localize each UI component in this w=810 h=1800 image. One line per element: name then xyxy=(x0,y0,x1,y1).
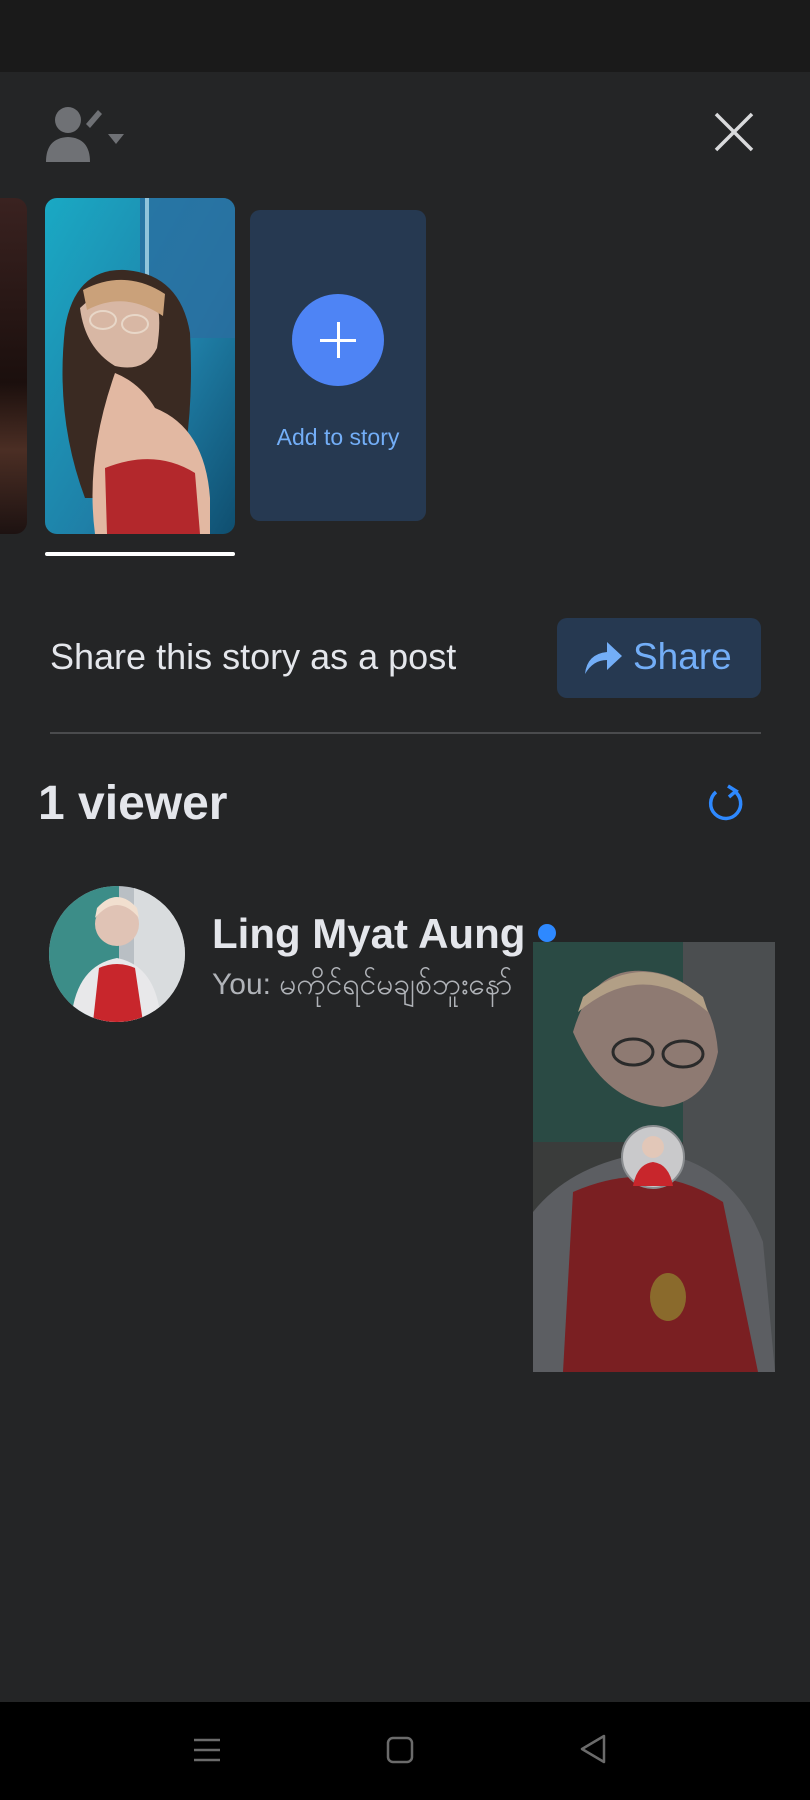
add-to-story-label: Add to story xyxy=(276,424,400,450)
status-bar xyxy=(0,0,810,72)
home-square-icon[interactable] xyxy=(386,1735,414,1765)
story-privacy-button[interactable] xyxy=(44,104,130,164)
story-thumbnail-previous[interactable] xyxy=(0,198,27,534)
refresh-icon xyxy=(708,784,743,821)
person-privacy-icon xyxy=(46,107,124,162)
avatar[interactable] xyxy=(49,886,185,1022)
add-to-story-card[interactable]: Add to story xyxy=(250,210,426,521)
avatar-photo xyxy=(49,886,185,1022)
back-triangle-icon[interactable] xyxy=(578,1733,608,1765)
viewer-name: Ling Myat Aung xyxy=(212,910,526,957)
current-story-indicator xyxy=(45,552,235,556)
share-story-text: Share this story as a post xyxy=(50,636,457,677)
story-photo xyxy=(45,198,235,534)
viewer-last-message: You: မကိုင်ရင်မချစ်ဘူးနော် xyxy=(212,968,513,1001)
menu-icon[interactable] xyxy=(192,1735,222,1765)
close-button[interactable] xyxy=(706,104,762,160)
divider xyxy=(50,732,761,734)
preview-photo xyxy=(533,942,775,1372)
share-arrow-icon xyxy=(585,642,622,674)
viewers-count-title: 1 viewer xyxy=(38,777,228,830)
plus-icon xyxy=(292,294,384,386)
story-thumbnail-current[interactable] xyxy=(45,198,235,534)
refresh-button[interactable] xyxy=(704,782,746,824)
share-button[interactable]: Share xyxy=(557,618,761,698)
online-status-dot xyxy=(538,924,556,942)
share-button-label: Share xyxy=(633,636,732,677)
floating-video-preview[interactable] xyxy=(533,942,775,1372)
close-icon xyxy=(714,112,754,152)
